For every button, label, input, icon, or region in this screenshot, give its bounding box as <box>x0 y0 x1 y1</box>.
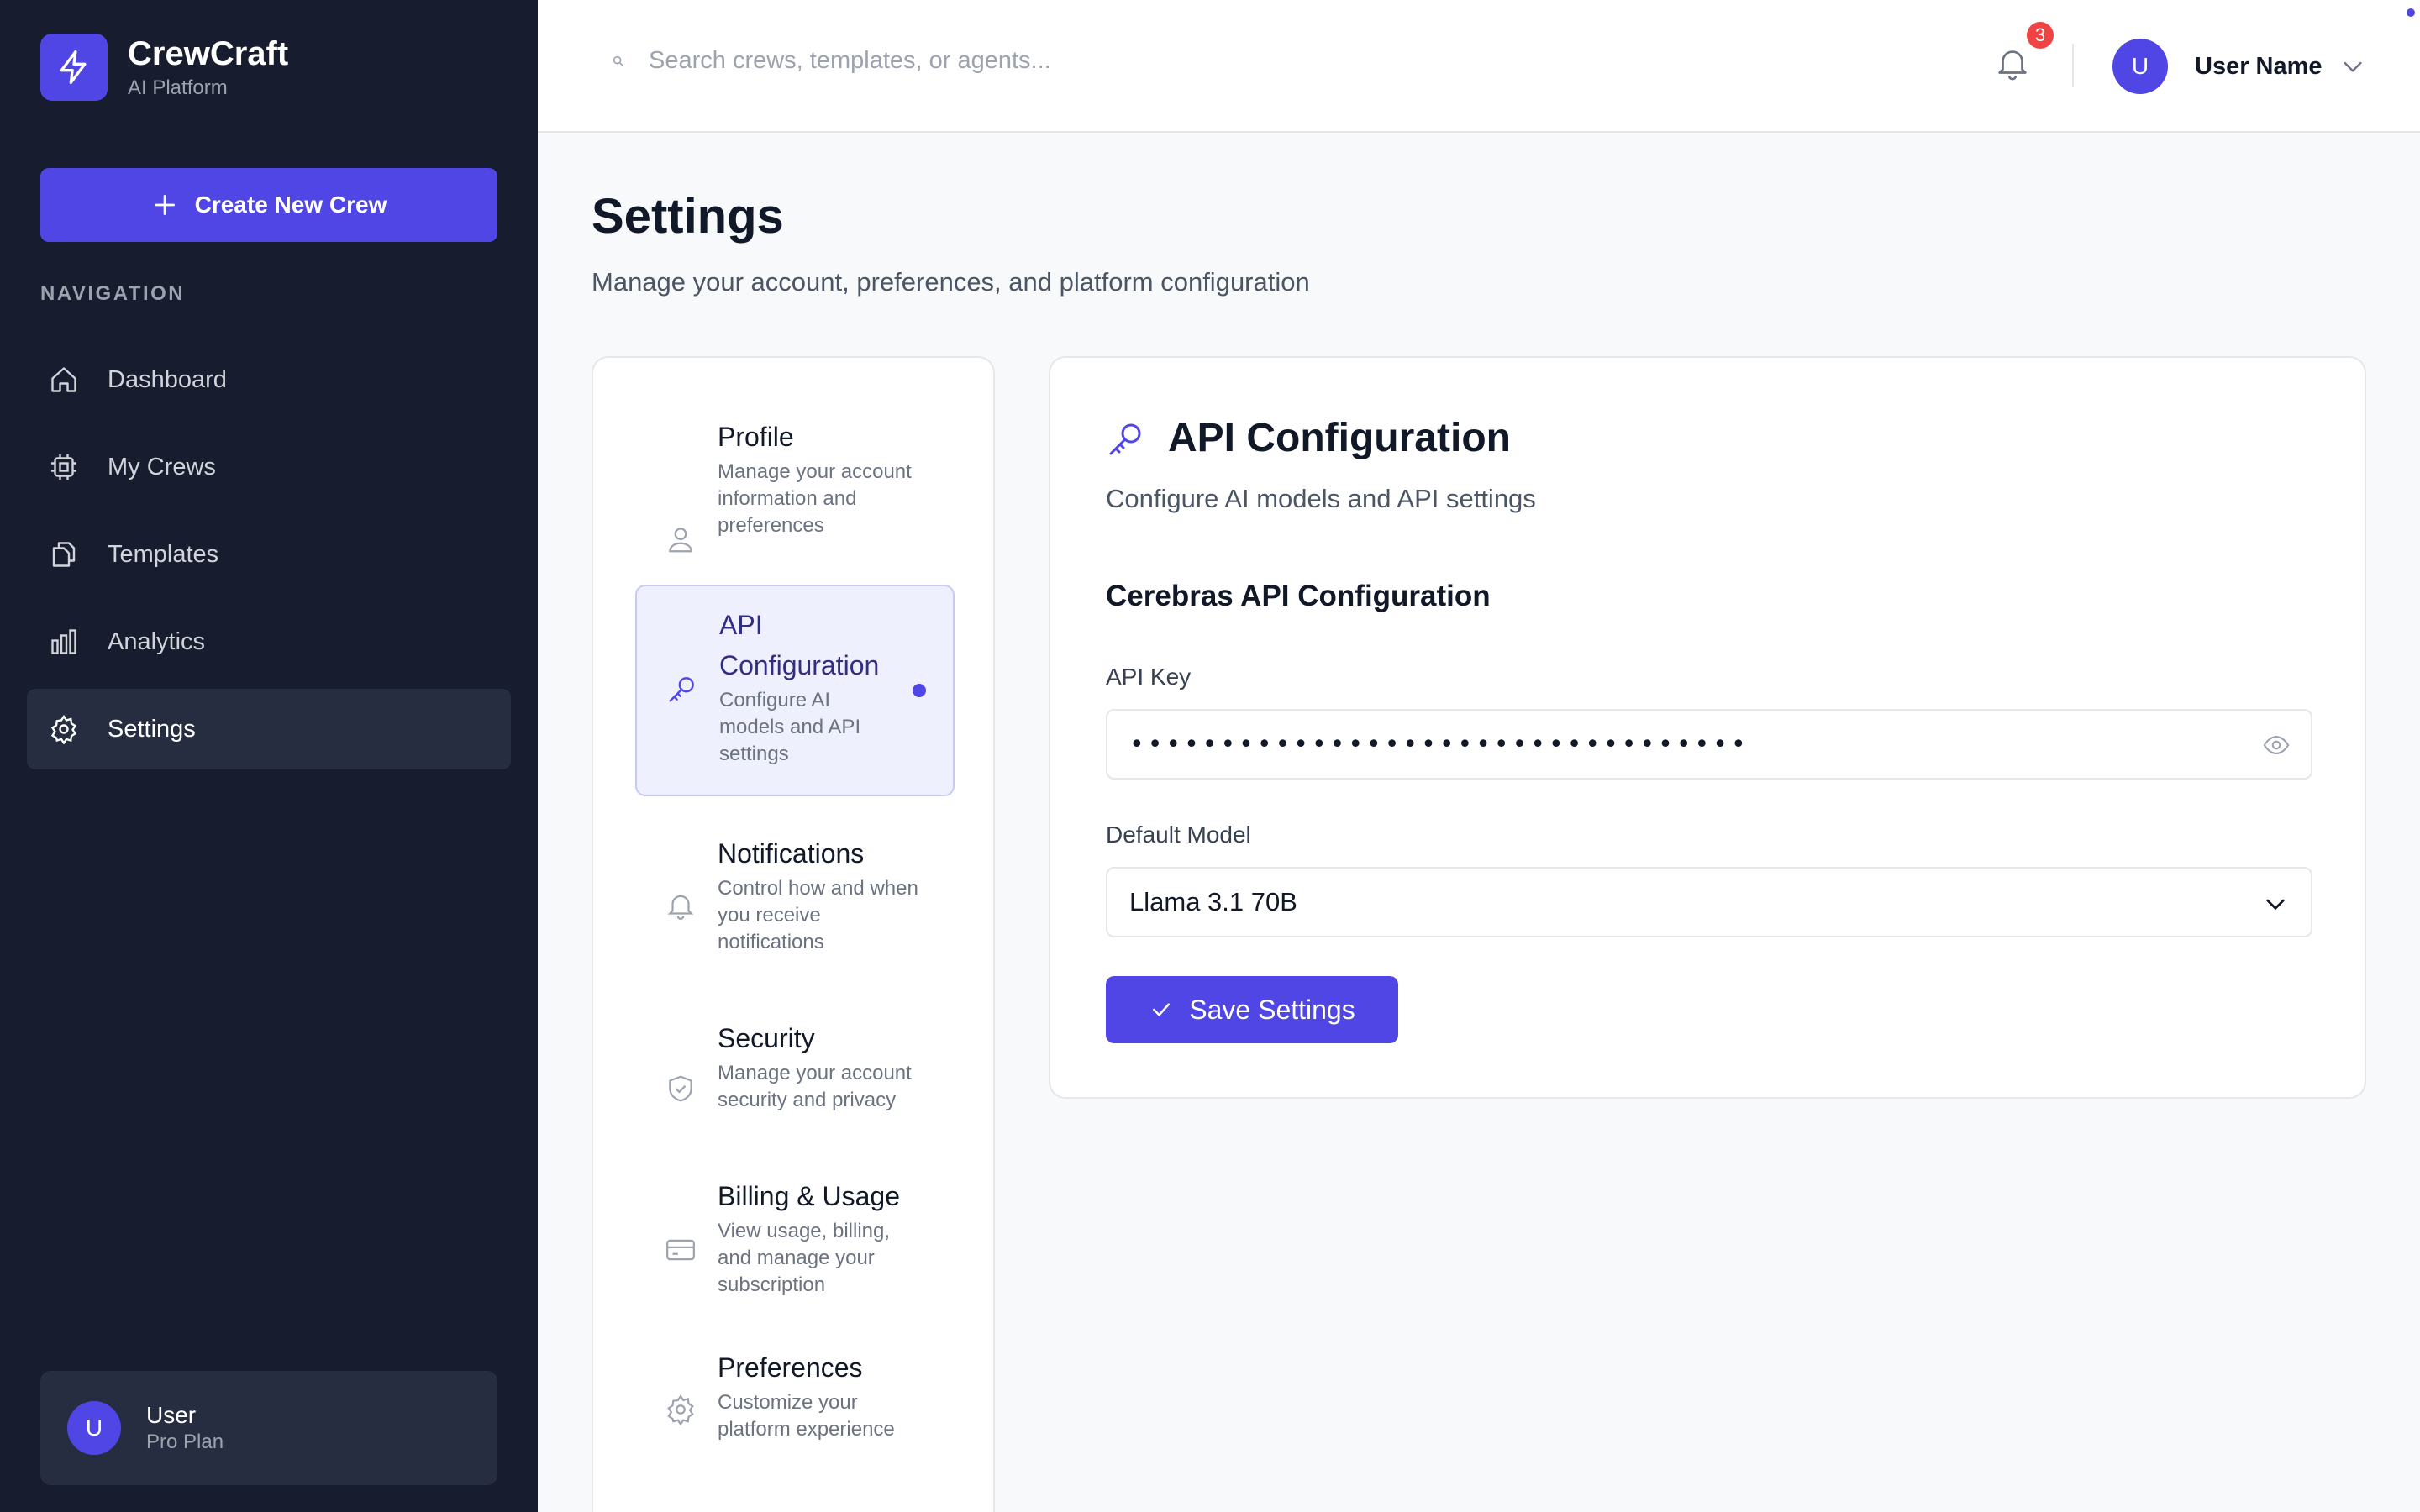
credit-card-icon <box>664 1233 697 1267</box>
key-icon <box>1106 418 1146 459</box>
settings-tab-title: Billing & Usage <box>718 1181 900 1211</box>
copy-icon <box>47 538 81 571</box>
settings-tab-notifications[interactable]: Notifications Control how and when you r… <box>635 822 955 981</box>
default-model-value: Llama 3.1 70B <box>1129 887 1297 916</box>
search-input[interactable] <box>649 47 1405 75</box>
plus-icon <box>151 192 178 218</box>
settings-tab-title: Security <box>718 1023 815 1053</box>
active-indicator-dot <box>913 684 926 697</box>
user-name: User <box>146 1402 197 1428</box>
sidebar-item-settings[interactable]: Settings <box>27 689 511 769</box>
settings-tab-desc: Manage your account security and privacy <box>718 1062 912 1111</box>
default-model-label: Default Model <box>1106 822 1251 848</box>
create-new-crew-label: Create New Crew <box>194 192 387 218</box>
chevron-down-icon <box>2339 53 2366 80</box>
key-icon <box>666 672 699 706</box>
topbar-user-name: User Name <box>2195 52 2323 80</box>
notification-badge: 3 <box>2027 22 2054 49</box>
settings-tab-billing-usage[interactable]: Billing & Usage View usage, billing, and… <box>635 1164 955 1324</box>
api-key-label: API Key <box>1106 664 1192 690</box>
avatar: U <box>67 1401 121 1455</box>
settings-tab-api-configuration[interactable]: API Configuration Configure AI models an… <box>635 585 955 796</box>
page-subtitle: Manage your account, preferences, and pl… <box>592 267 1310 297</box>
settings-tab-desc: Configure AI models and API settings <box>719 689 861 765</box>
page-title: Settings <box>592 189 784 244</box>
nav-heading: NAVIGATION <box>40 282 186 305</box>
home-icon <box>47 363 81 396</box>
settings-tab-desc: View usage, billing, and manage your sub… <box>718 1220 891 1296</box>
settings-tab-desc: Manage your account information and pref… <box>718 460 912 537</box>
sidebar: CrewCraft AI Platform Create New Crew NA… <box>0 0 538 1512</box>
sidebar-nav: Dashboard My Crews Templates Analytics S… <box>27 339 511 776</box>
notifications-button[interactable] <box>1993 44 2032 82</box>
panel-subtitle: Configure AI models and API settings <box>1106 484 1536 513</box>
panel-title: API Configuration <box>1168 416 1511 460</box>
sidebar-user-card[interactable]: U User Pro Plan <box>40 1371 497 1485</box>
user-plan: Pro Plan <box>146 1431 224 1453</box>
chevron-down-icon <box>2262 890 2289 917</box>
brand-subtitle: AI Platform <box>128 76 228 99</box>
settings-tab-desc: Control how and when you receive notific… <box>718 877 918 953</box>
gear-icon <box>664 1393 697 1426</box>
shield-icon <box>664 1072 697 1105</box>
create-new-crew-button[interactable]: Create New Crew <box>40 168 497 242</box>
section-title: Cerebras API Configuration <box>1106 580 1491 612</box>
sidebar-item-label: Settings <box>108 715 196 743</box>
gear-icon <box>47 712 81 746</box>
avatar: U <box>2112 39 2168 94</box>
settings-tab-preferences[interactable]: Preferences Customize your platform expe… <box>635 1349 955 1475</box>
status-dot <box>2407 8 2415 17</box>
bar-chart-icon <box>47 625 81 659</box>
settings-tab-desc: Customize your platform experience <box>718 1391 895 1441</box>
settings-nav: Profile Manage your account information … <box>592 356 995 1512</box>
settings-tab-profile[interactable]: Profile Manage your account information … <box>635 413 955 581</box>
search-bar <box>612 47 1405 75</box>
settings-tab-title: API Configuration <box>719 610 880 680</box>
sidebar-item-label: My Crews <box>108 453 216 480</box>
sidebar-item-templates[interactable]: Templates <box>27 514 511 595</box>
api-key-value: •••••••••••••••••••••••••••••••••• <box>1129 729 1749 759</box>
settings-tab-security[interactable]: Security Manage your account security an… <box>635 1006 955 1132</box>
user-icon <box>664 522 697 556</box>
brand[interactable]: CrewCraft AI Platform <box>40 34 288 101</box>
sidebar-item-analytics[interactable]: Analytics <box>27 601 511 682</box>
sidebar-item-label: Analytics <box>108 627 206 655</box>
bell-icon <box>1993 44 2032 82</box>
api-key-field[interactable]: •••••••••••••••••••••••••••••••••• <box>1106 709 2312 780</box>
default-model-select[interactable]: Llama 3.1 70B <box>1106 867 2312 937</box>
brand-name: CrewCraft <box>128 35 289 72</box>
save-settings-label: Save Settings <box>1189 994 1355 1025</box>
sidebar-item-label: Templates <box>108 540 219 568</box>
bell-icon <box>664 889 697 922</box>
sidebar-item-label: Dashboard <box>108 365 227 393</box>
cpu-icon <box>47 450 81 484</box>
check-icon <box>1149 997 1174 1022</box>
user-menu[interactable]: U User Name <box>2112 39 2366 94</box>
api-configuration-panel: API Configuration Configure AI models an… <box>1049 356 2366 1099</box>
sidebar-item-dashboard[interactable]: Dashboard <box>27 339 511 420</box>
sidebar-item-my-crews[interactable]: My Crews <box>27 427 511 507</box>
settings-tab-title: Profile <box>718 422 794 452</box>
lightning-icon <box>40 34 108 101</box>
search-icon <box>612 55 625 68</box>
save-settings-button[interactable]: Save Settings <box>1106 976 1398 1043</box>
settings-tab-title: Preferences <box>718 1352 863 1383</box>
topbar-divider <box>2072 44 2074 87</box>
topbar: 3 U User Name <box>538 0 2420 133</box>
settings-tab-title: Notifications <box>718 838 865 869</box>
eye-icon[interactable] <box>2262 731 2291 759</box>
